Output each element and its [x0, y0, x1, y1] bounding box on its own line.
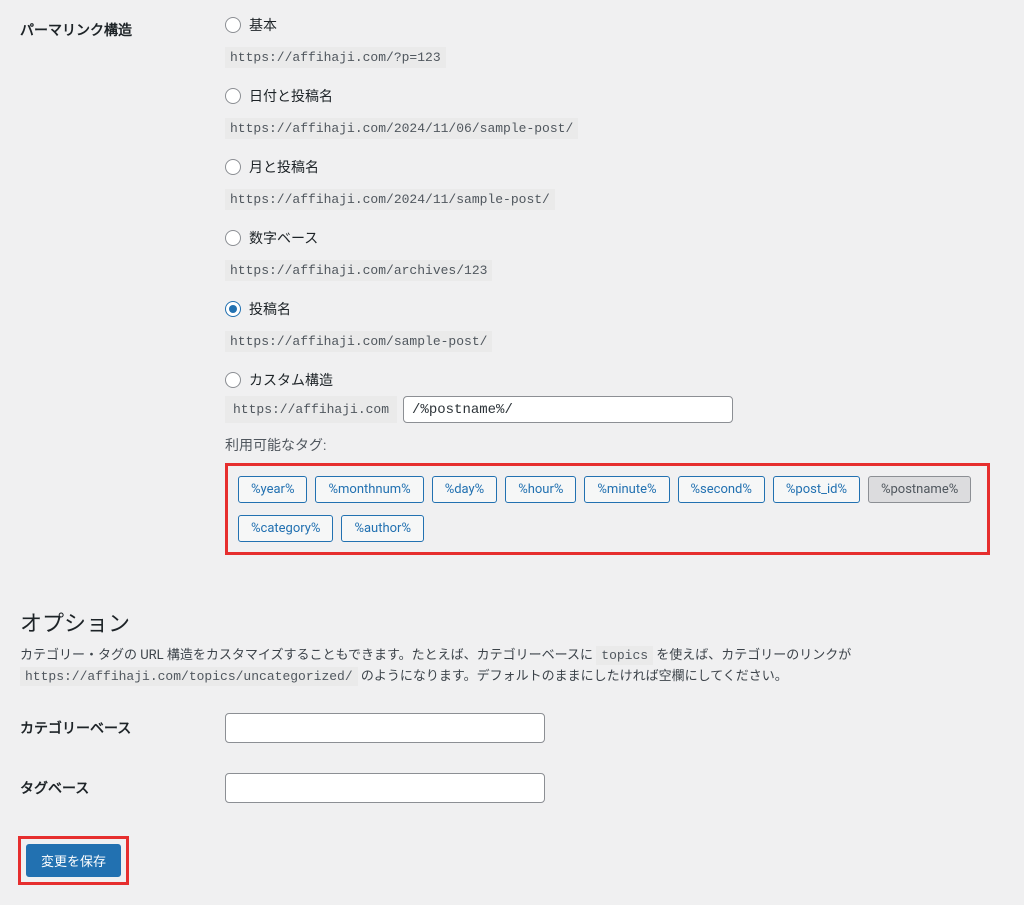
radio-custom-label[interactable]: カスタム構造: [249, 370, 333, 390]
example-month-name: https://affihaji.com/2024/11/sample-post…: [225, 189, 555, 210]
tag-post-id[interactable]: %post_id%: [773, 476, 860, 503]
inline-code-topics: topics: [596, 646, 653, 665]
category-base-label: カテゴリーベース: [0, 698, 215, 758]
radio-post-name-label[interactable]: 投稿名: [249, 299, 291, 319]
tag-second[interactable]: %second%: [678, 476, 765, 503]
radio-date-name[interactable]: [225, 88, 241, 104]
radio-date-name-label[interactable]: 日付と投稿名: [249, 86, 333, 106]
tag-day[interactable]: %day%: [432, 476, 498, 503]
radio-month-name-label[interactable]: 月と投稿名: [249, 157, 319, 177]
category-base-input[interactable]: [225, 713, 545, 743]
tag-base-label: タグベース: [0, 758, 215, 818]
tag-category[interactable]: %category%: [238, 515, 333, 542]
radio-month-name[interactable]: [225, 159, 241, 175]
radio-post-name[interactable]: [225, 301, 241, 317]
submit-highlight: 変更を保存: [18, 836, 129, 885]
tag-hour[interactable]: %hour%: [505, 476, 576, 503]
tag-author[interactable]: %author%: [341, 515, 424, 542]
tag-year[interactable]: %year%: [238, 476, 307, 503]
tag-postname[interactable]: %postname%: [868, 476, 971, 503]
custom-structure-input[interactable]: [403, 396, 733, 423]
example-post-name: https://affihaji.com/sample-post/: [225, 331, 492, 352]
available-tags-box: %year% %monthnum% %day% %hour% %minute% …: [225, 463, 990, 555]
radio-custom[interactable]: [225, 372, 241, 388]
radio-numeric-label[interactable]: 数字ベース: [249, 228, 318, 248]
radio-plain[interactable]: [225, 17, 241, 33]
permalink-structure-heading: パーマリンク構造: [0, 0, 215, 578]
tag-monthnum[interactable]: %monthnum%: [315, 476, 423, 503]
tag-base-input[interactable]: [225, 773, 545, 803]
example-numeric: https://affihaji.com/archives/123: [225, 260, 492, 281]
custom-prefix: https://affihaji.com: [225, 396, 397, 423]
available-tags-label: 利用可能なタグ:: [225, 435, 1014, 455]
example-plain: https://affihaji.com/?p=123: [225, 47, 446, 68]
radio-plain-label[interactable]: 基本: [249, 15, 277, 35]
example-date-name: https://affihaji.com/2024/11/06/sample-p…: [225, 118, 578, 139]
tag-minute[interactable]: %minute%: [584, 476, 669, 503]
inline-code-example-url: https://affihaji.com/topics/uncategorize…: [20, 667, 358, 686]
optional-description: カテゴリー・タグの URL 構造をカスタマイズすることもできます。たとえば、カテ…: [20, 646, 1004, 688]
optional-heading: オプション: [20, 606, 1024, 638]
radio-numeric[interactable]: [225, 230, 241, 246]
save-changes-button[interactable]: 変更を保存: [26, 844, 121, 877]
